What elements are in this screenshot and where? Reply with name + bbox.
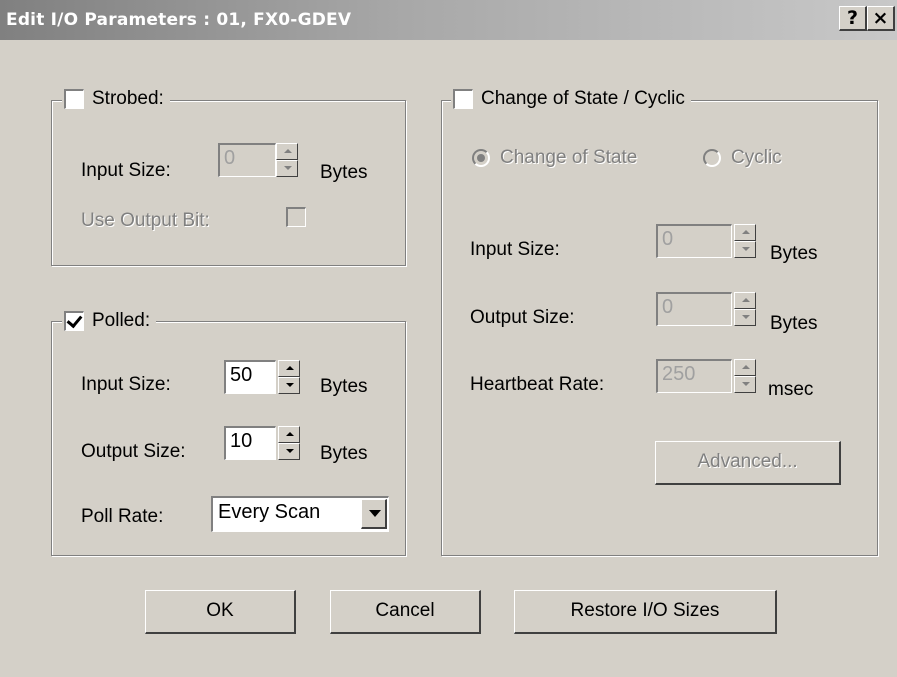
heartbeat-rate-field[interactable]: 250 [656, 359, 732, 393]
strobed-input-size-spinner[interactable] [276, 143, 298, 177]
cos-output-size-spinner[interactable] [734, 292, 756, 326]
poll-rate-select[interactable]: Every Scan [211, 496, 389, 532]
spin-up-icon[interactable] [276, 143, 298, 160]
spin-up-icon[interactable] [278, 426, 300, 443]
strobed-label: Strobed: [92, 88, 164, 109]
polled-output-size-label: Output Size: [81, 441, 186, 462]
cos-input-size-unit: Bytes [770, 243, 818, 264]
heartbeat-rate-label: Heartbeat Rate: [470, 374, 605, 395]
window-title: Edit I/O Parameters : 01, FX0-GDEV [6, 10, 352, 30]
radio-cyclic-label: Cyclic [731, 147, 782, 168]
use-output-bit-label: Use Output Bit: [81, 210, 210, 231]
radio-unselected-icon [703, 148, 721, 167]
spin-up-icon[interactable] [734, 359, 756, 376]
spin-down-icon[interactable] [278, 443, 300, 460]
cos-input-size-field[interactable]: 0 [656, 224, 732, 258]
polled-input-size-label: Input Size: [81, 374, 171, 395]
spin-down-icon[interactable] [734, 309, 756, 326]
restore-io-sizes-button[interactable]: Restore I/O Sizes [514, 590, 777, 634]
radio-change-of-state[interactable]: Change of State [472, 147, 637, 169]
polled-label: Polled: [92, 310, 151, 331]
close-button[interactable]: × [867, 6, 895, 31]
strobed-checkbox[interactable] [64, 89, 84, 109]
heartbeat-rate-unit: msec [768, 379, 814, 400]
polled-output-size-field[interactable]: 10 [224, 426, 276, 460]
cos-input-size-spinner[interactable] [734, 224, 756, 258]
strobed-input-size-field[interactable]: 0 [218, 143, 276, 177]
spin-up-icon[interactable] [734, 224, 756, 241]
cos-legend: Change of State / Cyclic [451, 88, 691, 110]
polled-input-size-field[interactable]: 50 [224, 360, 276, 394]
heartbeat-rate-spinner[interactable] [734, 359, 756, 393]
polled-checkbox[interactable] [64, 311, 84, 331]
polled-output-size-spinner[interactable] [278, 426, 300, 460]
polled-legend: Polled: [62, 310, 157, 332]
ok-button[interactable]: OK [145, 590, 296, 634]
polled-input-size-unit: Bytes [320, 376, 368, 397]
cancel-button[interactable]: Cancel [330, 590, 481, 634]
strobed-input-size-label: Input Size: [81, 160, 171, 181]
cos-output-size-label: Output Size: [470, 307, 575, 328]
strobed-legend: Strobed: [62, 88, 170, 110]
polled-output-size-unit: Bytes [320, 443, 368, 464]
spin-down-icon[interactable] [278, 377, 300, 394]
cos-input-size-label: Input Size: [470, 239, 560, 260]
cos-output-size-unit: Bytes [770, 313, 818, 334]
spin-down-icon[interactable] [734, 241, 756, 258]
strobed-input-size-unit: Bytes [320, 162, 368, 183]
polled-input-size-spinner[interactable] [278, 360, 300, 394]
spin-down-icon[interactable] [276, 160, 298, 177]
poll-rate-label: Poll Rate: [81, 506, 164, 527]
radio-selected-icon [472, 148, 490, 167]
spin-up-icon[interactable] [278, 360, 300, 377]
advanced-button[interactable]: Advanced... [655, 441, 841, 485]
title-bar: Edit I/O Parameters : 01, FX0-GDEV ? × [0, 0, 897, 40]
spin-down-icon[interactable] [734, 376, 756, 393]
radio-change-of-state-label: Change of State [500, 147, 638, 168]
radio-cyclic[interactable]: Cyclic [703, 147, 782, 169]
poll-rate-value: Every Scan [218, 501, 321, 523]
use-output-bit-checkbox[interactable] [286, 207, 306, 227]
chevron-down-icon[interactable] [361, 499, 387, 529]
help-button[interactable]: ? [839, 6, 867, 31]
cos-output-size-field[interactable]: 0 [656, 292, 732, 326]
cos-checkbox[interactable] [453, 89, 473, 109]
cos-label: Change of State / Cyclic [481, 88, 685, 109]
spin-up-icon[interactable] [734, 292, 756, 309]
